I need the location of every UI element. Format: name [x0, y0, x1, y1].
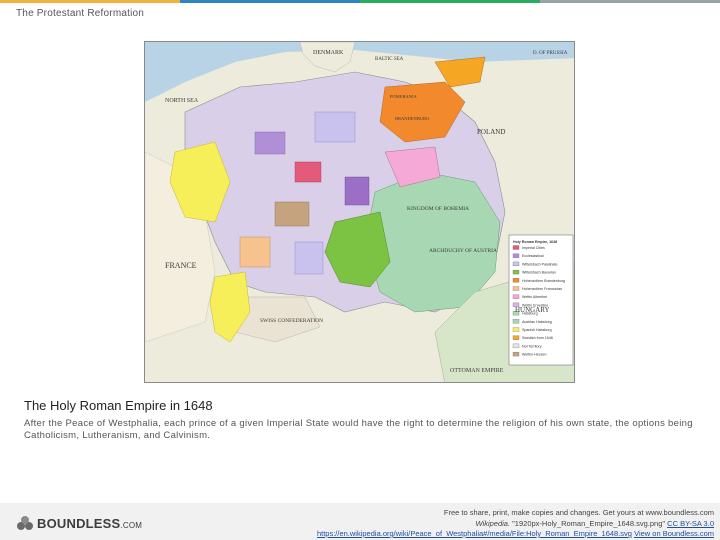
- legend-label: Spanish Habsburg: [522, 328, 552, 332]
- caption-title: The Holy Roman Empire in 1648: [24, 398, 213, 413]
- slide-section-title: The Protestant Reformation: [16, 8, 145, 19]
- map-label-denmark: DENMARK: [313, 50, 344, 56]
- map-label-hungary: HUNGARY: [515, 306, 550, 314]
- map-label-france: FRANCE: [165, 261, 197, 270]
- legend-swatch: [512, 343, 520, 349]
- legend-swatch: [512, 319, 520, 324]
- map-label-pomerania: POMERANIA: [390, 94, 418, 99]
- caption-text: After the Peace of Westphalia, each prin…: [24, 418, 693, 441]
- source-file: "1920px-Holy_Roman_Empire_1648.svg.png": [510, 518, 666, 528]
- legend-label: Imperial Cities: [522, 246, 545, 250]
- accent-bar: [0, 0, 720, 3]
- legend-swatch: [512, 294, 520, 299]
- map-label-brandenburg: BRANDENBURG: [395, 116, 430, 121]
- view-on-boundless-link[interactable]: View on Boundless.com: [634, 529, 714, 538]
- url-line: https://en.wikipedia.org/wiki/Peace_of_W…: [317, 529, 714, 540]
- accent-segment-green: [360, 0, 540, 3]
- legend-swatch: [512, 327, 520, 332]
- map-label-bohemia: KINGDOM OF BOHEMIA: [407, 206, 469, 212]
- legend-label: Austrian Habsburg: [522, 320, 552, 324]
- legend-label: Wettin Albertine: [522, 295, 547, 299]
- license-link[interactable]: CC BY-SA 3.0: [667, 519, 714, 528]
- legend-label: Wittelsbach Palatinate: [522, 262, 558, 266]
- legend-label: Ecclesiastical: [522, 254, 544, 258]
- legend-label: Swedish from 1648: [522, 336, 553, 340]
- legend-swatch: [512, 351, 520, 357]
- map-legend-title: Holy Roman Empire, 1648: [513, 240, 557, 244]
- boundless-logo[interactable]: BOUNDLESS.COM: [16, 515, 142, 531]
- map-label-baltic: BALTIC SEA: [375, 57, 404, 62]
- map-image[interactable]: Holy Roman Empire, 1648 Imperial Cities E…: [144, 41, 575, 383]
- accent-segment-gray: [540, 0, 720, 3]
- legend-label: Welfen-Hessen: [522, 353, 547, 357]
- legend-label: Hohenzollern Brandenburg: [522, 279, 565, 283]
- attribution: Free to share, print, make copies and ch…: [317, 508, 714, 540]
- license-note: Free to share, print, make copies and ch…: [443, 508, 714, 517]
- map-label-north-sea: NORTH SEA: [165, 98, 199, 104]
- map-label-prussia: D. OF PRUSSIA: [533, 51, 568, 56]
- legend-swatch: [512, 278, 520, 283]
- accent-segment-yellow: [0, 0, 180, 3]
- legend-label: Not Territory: [522, 344, 542, 348]
- map-label-poland: POLAND: [477, 128, 505, 136]
- logo-wordmark: BOUNDLESS.COM: [37, 515, 143, 531]
- map-label-swiss: SWISS CONFEDERATION: [260, 318, 323, 324]
- source-line: Wikipedia. "1920px-Holy_Roman_Empire_164…: [317, 519, 714, 530]
- map-label-ottoman: OTTOMAN EMPIRE: [450, 368, 504, 374]
- source-url-link[interactable]: https://en.wikipedia.org/wiki/Peace_of_W…: [317, 529, 632, 538]
- legend-swatch: [512, 261, 520, 267]
- legend-swatch: [512, 286, 520, 291]
- accent-segment-blue: [180, 0, 360, 3]
- map-svg: Holy Roman Empire, 1648 Imperial Cities E…: [145, 42, 574, 382]
- boundless-logo-icon: [17, 516, 33, 530]
- map-label-austria: ARCHDUCHY OF AUSTRIA: [429, 248, 497, 254]
- legend-swatch: [512, 335, 520, 340]
- legend-swatch: [512, 269, 520, 275]
- legend-label: Wittelsbach Bavarian: [522, 271, 556, 275]
- source-name: Wikipedia.: [475, 518, 511, 528]
- legend-swatch: [512, 253, 520, 258]
- footer: BOUNDLESS.COM Free to share, print, make…: [0, 503, 720, 540]
- legend-label: Hohenzollern Franconian: [522, 287, 562, 291]
- legend-swatch: [512, 245, 520, 250]
